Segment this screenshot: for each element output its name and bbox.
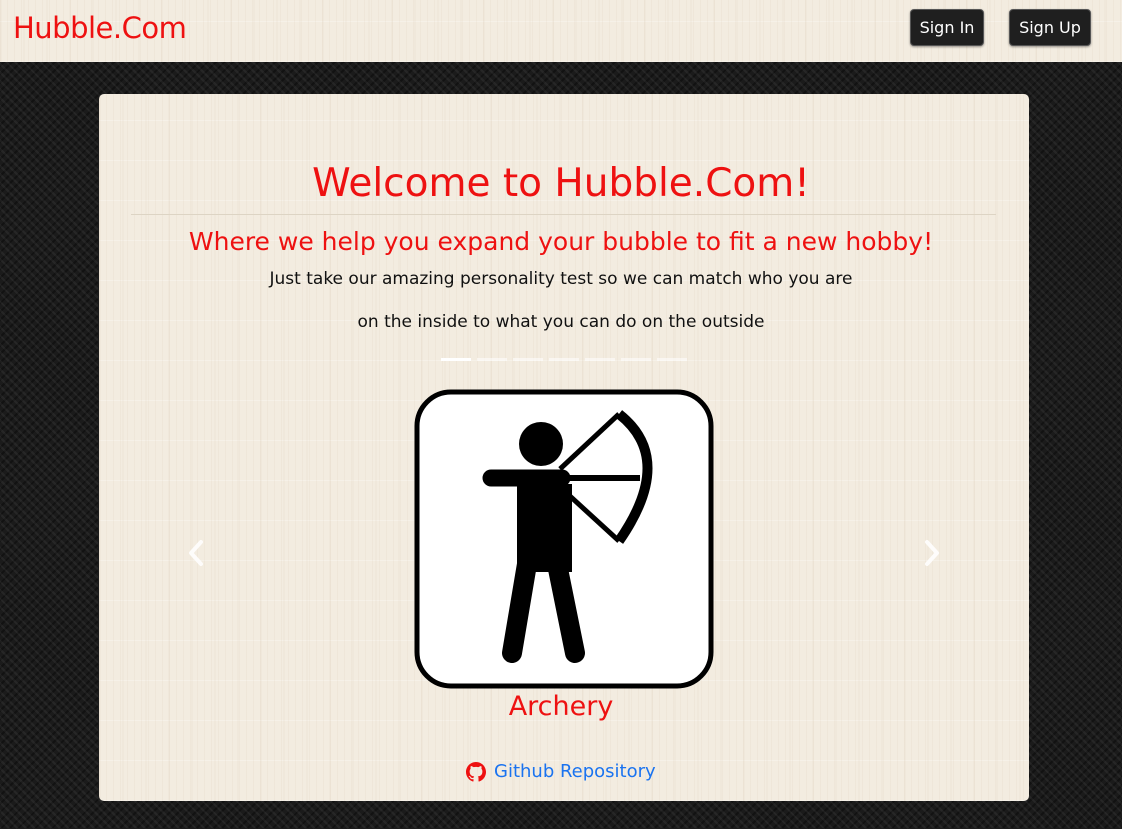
page-title: Welcome to Hubble.Com! [312,161,810,206]
carousel-indicators [441,358,691,362]
carousel-indicator-1[interactable] [441,358,471,361]
chevron-right-icon [925,540,939,566]
carousel-indicator-6[interactable] [621,358,651,361]
carousel-indicator-5[interactable] [585,358,615,361]
sign-in-button[interactable]: Sign In [910,9,984,46]
sign-up-button[interactable]: Sign Up [1009,9,1091,46]
brand-link[interactable]: Hubble.Com [13,10,187,46]
carousel-next-button[interactable] [920,540,944,570]
page-subtitle: Where we help you expand your bubble to … [188,227,934,256]
carousel-indicator-7[interactable] [657,358,687,361]
carousel-caption: Archery [508,691,614,722]
carousel-indicator-2[interactable] [477,358,507,361]
intro-text-line-1: Just take our amazing personality test s… [269,269,853,289]
archery-icon [414,389,714,689]
github-icon [466,762,486,782]
navbar: Hubble.Com Sign In Sign Up [0,0,1122,62]
carousel-indicator-3[interactable] [513,358,543,361]
carousel-indicator-4[interactable] [549,358,579,361]
carousel-prev-button[interactable] [184,540,208,570]
github-link-label: Github Repository [494,761,656,782]
title-divider [131,214,996,215]
intro-text-line-2: on the inside to what you can do on the … [357,312,765,332]
chevron-left-icon [189,540,203,566]
github-repository-link[interactable]: Github Repository [466,760,656,784]
